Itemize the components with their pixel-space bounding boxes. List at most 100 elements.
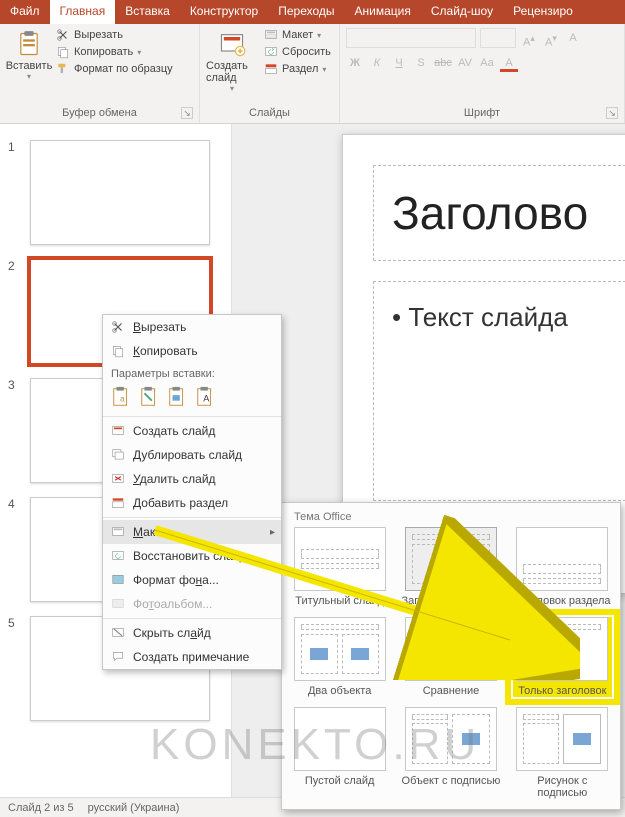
ctx-new-slide[interactable]: Создать слайд	[103, 419, 281, 443]
paste-button[interactable]: Вставить ▾	[6, 28, 52, 81]
ctx-layout[interactable]: Макет▸	[103, 520, 281, 544]
reset-button[interactable]: Сбросить	[264, 45, 331, 59]
thumb-number: 5	[8, 616, 22, 630]
section-label: Раздел	[282, 63, 318, 75]
layout-icon	[264, 28, 278, 42]
layout-button[interactable]: Макет ▾	[264, 28, 331, 42]
copy-button[interactable]: Копировать ▾	[56, 45, 173, 59]
section-button[interactable]: Раздел ▾	[264, 62, 331, 76]
cut-button[interactable]: Вырезать	[56, 28, 173, 42]
thumbnail-1[interactable]	[30, 140, 210, 245]
section-icon	[111, 496, 125, 510]
layout-flyout: Тема Office Титульный слайд Заголовок и …	[281, 502, 621, 810]
new-slide-icon	[218, 30, 246, 58]
layout-section-header[interactable]: Заголовок раздела	[513, 527, 612, 607]
font-launcher[interactable]: ↘	[606, 107, 618, 119]
ctx-photo-album: Фотоальбом...	[103, 592, 281, 616]
duplicate-icon	[111, 448, 125, 462]
format-painter-icon	[56, 62, 70, 76]
paste-dest-theme-icon[interactable]: a	[111, 386, 133, 408]
ribbon-group-clipboard: Вставить ▾ Вырезать Копировать ▾ Формат …	[0, 24, 200, 123]
tab-file[interactable]: Файл	[0, 0, 50, 24]
clipboard-group-label: Буфер обмена	[62, 107, 137, 119]
tab-home[interactable]: Главная	[50, 0, 116, 24]
layout-two-content[interactable]: Два объекта	[290, 617, 389, 697]
ctx-delete-slide[interactable]: Удалить слайд	[103, 467, 281, 491]
clipboard-launcher[interactable]: ↘	[181, 107, 193, 119]
ctx-format-background[interactable]: Формат фона...	[103, 568, 281, 592]
format-painter-button[interactable]: Формат по образцу	[56, 62, 173, 76]
layout-label: Рисунок с подписью	[513, 775, 612, 799]
scissors-icon	[111, 320, 125, 334]
tab-slideshow[interactable]: Слайд-шоу	[421, 0, 503, 24]
context-menu: Вырезать Копировать Параметры вставки: a…	[102, 314, 282, 670]
tab-animations[interactable]: Анимация	[345, 0, 421, 24]
ctx-add-section[interactable]: Добавить раздел	[103, 491, 281, 515]
layout-title-only[interactable]: Только заголовок	[513, 617, 612, 697]
shadow-button[interactable]: S	[412, 54, 430, 72]
bold-button[interactable]: Ж	[346, 54, 364, 72]
new-slide-button[interactable]: Создать слайд ▾	[206, 28, 258, 93]
tab-transitions[interactable]: Переходы	[268, 0, 344, 24]
new-slide-label: Создать слайд	[206, 60, 258, 84]
reset-icon	[264, 45, 278, 59]
layout-label: Объект с подписью	[401, 775, 500, 787]
hide-icon	[111, 626, 125, 640]
ctx-cut[interactable]: Вырезать	[103, 315, 281, 339]
thumb-number: 2	[8, 259, 22, 273]
format-painter-label: Формат по образцу	[74, 63, 173, 75]
layout-label: Только заголовок	[513, 685, 612, 697]
ctx-reset-slide[interactable]: Восстановить слайд	[103, 544, 281, 568]
ribbon-group-slides: Создать слайд ▾ Макет ▾ Сбросить Раздел …	[200, 24, 340, 123]
layout-icon	[111, 525, 125, 539]
status-language[interactable]: русский (Украина)	[88, 802, 180, 814]
font-color-button[interactable]: A	[500, 54, 518, 72]
layout-blank[interactable]: Пустой слайд	[290, 707, 389, 799]
clear-formatting-button[interactable]: A	[564, 29, 582, 47]
paste-text-only-icon[interactable]: A	[195, 386, 217, 408]
ctx-paste-options-header: Параметры вставки:	[103, 363, 281, 382]
underline-button[interactable]: Ч	[390, 54, 408, 72]
delete-icon	[111, 472, 125, 486]
layout-content-caption[interactable]: Объект с подписью	[401, 707, 500, 799]
comment-icon	[111, 650, 125, 664]
paste-keep-source-icon[interactable]	[139, 386, 161, 408]
svg-text:a: a	[120, 395, 125, 404]
layout-title-content[interactable]: Заголовок и объект	[401, 527, 500, 607]
ctx-new-comment[interactable]: Создать примечание	[103, 645, 281, 669]
layout-picture-caption[interactable]: Рисунок с подписью	[513, 707, 612, 799]
scissors-icon	[56, 28, 70, 42]
paste-label: Вставить	[6, 60, 53, 72]
change-case-button[interactable]: Aa	[478, 54, 496, 72]
thumb-number: 3	[8, 378, 22, 392]
layout-title-slide[interactable]: Титульный слайд	[290, 527, 389, 607]
tab-review[interactable]: Рецензиро	[503, 0, 583, 24]
copy-icon	[56, 45, 70, 59]
tab-design[interactable]: Конструктор	[180, 0, 268, 24]
new-slide-icon	[111, 424, 125, 438]
italic-button[interactable]: К	[368, 54, 386, 72]
copy-icon	[111, 344, 125, 358]
slide-body-placeholder[interactable]: • Текст слайда	[373, 281, 625, 501]
slides-group-label: Слайды	[249, 107, 290, 119]
font-name-combo[interactable]	[346, 28, 476, 48]
grow-font-button[interactable]: A▴	[520, 29, 538, 47]
paste-picture-icon[interactable]	[167, 386, 189, 408]
strike-button[interactable]: abc	[434, 54, 452, 72]
section-icon	[264, 62, 278, 76]
char-spacing-button[interactable]: AV	[456, 54, 474, 72]
thumb-number: 1	[8, 140, 22, 154]
layout-comparison[interactable]: Сравнение	[401, 617, 500, 697]
ctx-hide-slide[interactable]: Скрыть слайд	[103, 621, 281, 645]
slide-title-placeholder[interactable]: Заголово	[373, 165, 625, 261]
font-size-combo[interactable]	[480, 28, 516, 48]
photo-album-icon	[111, 597, 125, 611]
format-bg-icon	[111, 573, 125, 587]
shrink-font-button[interactable]: A▾	[542, 29, 560, 47]
thumb-number: 4	[8, 497, 22, 511]
ctx-copy[interactable]: Копировать	[103, 339, 281, 363]
svg-text:A: A	[203, 394, 210, 404]
tab-insert[interactable]: Вставка	[115, 0, 180, 24]
ctx-duplicate-slide[interactable]: Дублировать слайд	[103, 443, 281, 467]
layout-label: Заголовок и объект	[401, 595, 500, 607]
